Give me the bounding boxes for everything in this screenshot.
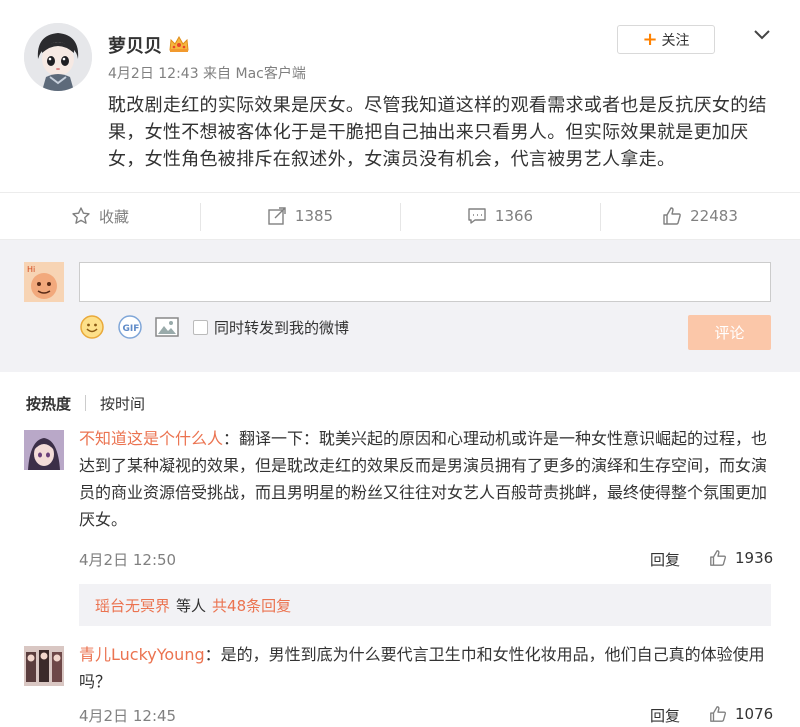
image-icon[interactable] bbox=[154, 314, 180, 340]
replies-summary: 瑶台无冥界 等人 共48条回复 bbox=[79, 584, 771, 626]
comment-button[interactable]: 1366 bbox=[400, 193, 600, 239]
my-avatar[interactable]: Hi bbox=[24, 262, 64, 302]
commenter-avatar[interactable] bbox=[24, 646, 64, 686]
comment-time: 4月2日 12:50 bbox=[79, 551, 177, 569]
commenter-avatar[interactable] bbox=[24, 430, 64, 470]
reply-total-link[interactable]: 共48条回复 bbox=[212, 595, 291, 616]
reply-button[interactable]: 回复 bbox=[650, 549, 680, 570]
star-icon bbox=[72, 207, 90, 224]
reply-middle: 等人 bbox=[176, 596, 207, 615]
thumbs-up-icon[interactable] bbox=[709, 705, 727, 723]
comment-icon bbox=[468, 208, 486, 224]
sort-by-hot-tab[interactable]: 按热度 bbox=[26, 393, 71, 414]
share-icon bbox=[268, 207, 286, 225]
gif-icon[interactable]: GIF bbox=[117, 314, 143, 340]
forward-checkbox[interactable] bbox=[193, 320, 208, 335]
reply-button[interactable]: 回复 bbox=[650, 705, 680, 726]
post-text: 耽改剧走红的实际效果是厌女。尽管我知道这样的观看需求或者也是反抗厌女的结果，女性… bbox=[108, 95, 767, 170]
chevron-down-icon[interactable] bbox=[752, 27, 772, 41]
post-meta: 4月2日 12:43 来自 Mac客户端 bbox=[108, 66, 306, 82]
forward-label[interactable]: 同时转发到我的微博 bbox=[214, 317, 349, 338]
sort-by-time-tab[interactable]: 按时间 bbox=[100, 393, 145, 414]
like-count: 22483 bbox=[690, 207, 738, 225]
follow-label: 关注 bbox=[661, 32, 690, 49]
favorite-button[interactable]: 收藏 bbox=[0, 193, 200, 239]
follow-button[interactable]: + 关注 bbox=[617, 25, 715, 54]
comment-composer bbox=[0, 240, 800, 372]
vip-crown-icon[interactable] bbox=[168, 34, 190, 54]
commenter-name[interactable]: 不知道这是个什么人 bbox=[79, 429, 223, 448]
author-avatar[interactable] bbox=[24, 23, 92, 91]
favorite-label: 收藏 bbox=[98, 207, 129, 226]
author-name[interactable]: 萝贝贝 bbox=[108, 32, 162, 58]
comment-like-count: 1936 bbox=[735, 549, 774, 567]
comment-like-count: 1076 bbox=[735, 705, 774, 723]
comment-count: 1366 bbox=[494, 207, 534, 225]
submit-comment-button[interactable]: 评论 bbox=[688, 315, 771, 350]
like-button[interactable]: 22483 bbox=[600, 193, 800, 239]
comment-text: 不知道这是个什么人：翻译一下：耽美兴起的原因和心理动机或许是一种女性意识崛起的过… bbox=[79, 425, 771, 533]
comment-time: 4月2日 12:45 bbox=[79, 707, 177, 725]
repost-count: 1385 bbox=[294, 207, 334, 225]
thumbs-up-icon bbox=[663, 207, 681, 225]
comment-input[interactable] bbox=[79, 262, 771, 302]
sort-divider bbox=[85, 395, 86, 411]
svg-text:GIF: GIF bbox=[123, 324, 140, 334]
plus-icon: + bbox=[642, 28, 658, 50]
repost-button[interactable]: 1385 bbox=[200, 193, 400, 239]
reply-user-link[interactable]: 瑶台无冥界 bbox=[95, 595, 170, 616]
post-action-bar: 收藏 1385 1366 22483 bbox=[0, 192, 800, 240]
thumbs-up-icon[interactable] bbox=[709, 549, 727, 567]
emoji-icon[interactable] bbox=[79, 314, 105, 340]
commenter-name[interactable]: 青儿LuckyYoung bbox=[79, 645, 205, 664]
comment-text: 青儿LuckyYoung：是的，男性到底为什么要代言卫生巾和女性化妆用品，他们自… bbox=[79, 641, 771, 695]
svg-text:Hi: Hi bbox=[27, 265, 35, 274]
